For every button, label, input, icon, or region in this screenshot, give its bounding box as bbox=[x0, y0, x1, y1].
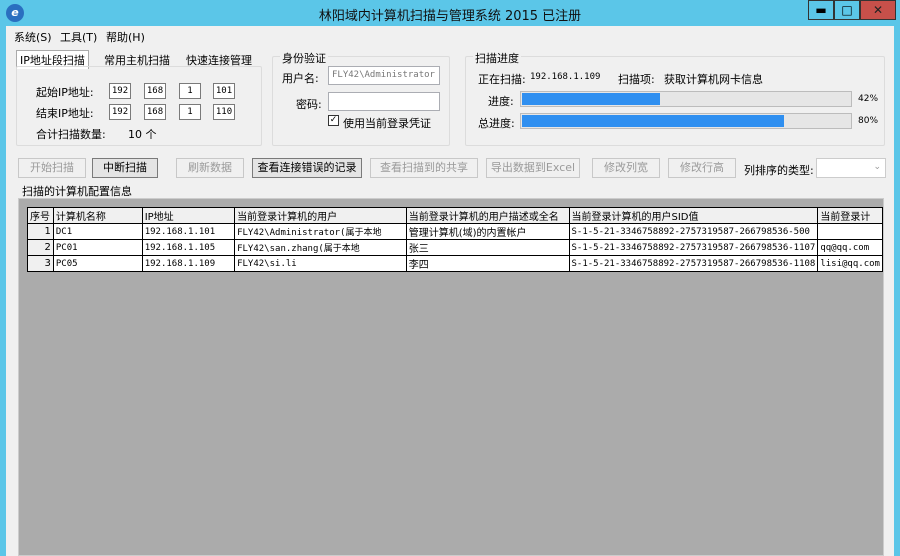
table-cell: S-1-5-21-3346758892-2757319587-266798536… bbox=[568, 239, 819, 256]
table-cell: PC05 bbox=[52, 255, 143, 272]
table-cell: 管理计算机(域)的内置帐户 bbox=[405, 223, 570, 240]
total-progress-bar bbox=[520, 113, 852, 129]
password-input[interactable] bbox=[328, 92, 440, 111]
table-cell: DC1 bbox=[52, 223, 143, 240]
progress-percent: 42% bbox=[858, 94, 879, 104]
menu-system[interactable]: 系统(S) bbox=[14, 29, 52, 45]
count-value: 10 个 bbox=[128, 128, 157, 141]
scanning-ip: 192.168.1.109 bbox=[530, 72, 601, 82]
table-cell: FLY42\Administrator(属于本地 bbox=[234, 223, 407, 240]
export-excel-button[interactable]: 导出数据到Excel bbox=[486, 158, 580, 178]
column-header[interactable]: 当前登录计算机的用户SID值 bbox=[568, 207, 819, 224]
use-current-label: 使用当前登录凭证 bbox=[343, 117, 431, 130]
end-ip-octet-2[interactable]: 168 bbox=[144, 104, 166, 120]
table-cell: 192.168.1.101 bbox=[141, 223, 236, 240]
row-height-button[interactable]: 修改行高 bbox=[668, 158, 736, 178]
start-ip-octet-1[interactable]: 192 bbox=[109, 83, 131, 99]
table-cell: 2 bbox=[27, 239, 54, 256]
sort-type-select[interactable]: ⌄ bbox=[816, 158, 886, 178]
menu-help[interactable]: 帮助(H) bbox=[106, 29, 145, 45]
auth-title: 身份验证 bbox=[280, 50, 328, 66]
column-header[interactable]: 当前登录计算机的用户描述或全名 bbox=[405, 207, 570, 224]
start-scan-button[interactable]: 开始扫描 bbox=[18, 158, 86, 178]
progress-title: 扫描进度 bbox=[473, 50, 521, 66]
view-shares-button[interactable]: 查看扫描到的共享 bbox=[370, 158, 478, 178]
table-cell: PC01 bbox=[52, 239, 143, 256]
table-cell: 1 bbox=[27, 223, 54, 240]
sort-type-label: 列排序的类型: bbox=[744, 164, 814, 177]
minimize-button[interactable]: ▬ bbox=[808, 0, 834, 20]
table-cell: lisi@qq.com bbox=[817, 255, 883, 272]
chevron-down-icon: ⌄ bbox=[873, 162, 881, 172]
close-button[interactable]: ✕ bbox=[860, 0, 896, 20]
use-current-checkbox[interactable]: ✓ bbox=[328, 115, 339, 126]
password-label: 密码: bbox=[296, 98, 322, 111]
maximize-button[interactable]: □ bbox=[834, 0, 860, 20]
scan-item: 获取计算机网卡信息 bbox=[664, 73, 763, 86]
column-header[interactable]: IP地址 bbox=[141, 207, 236, 224]
total-progress-percent: 80% bbox=[858, 116, 879, 126]
progress-label: 进度: bbox=[488, 95, 514, 108]
username-label: 用户名: bbox=[282, 72, 319, 85]
total-progress-label: 总进度: bbox=[478, 117, 515, 130]
window-title: 林阳域内计算机扫描与管理系统 2015 已注册 bbox=[318, 9, 582, 24]
table-row[interactable]: 3 PC05 192.168.1.109 FLY42\si.li 李四 S-1-5-21-… bbox=[27, 255, 883, 272]
progress-fill bbox=[522, 93, 660, 105]
column-width-button[interactable]: 修改列宽 bbox=[592, 158, 660, 178]
table-cell: 张三 bbox=[405, 239, 570, 256]
scan-item-label: 扫描项: bbox=[618, 73, 655, 86]
refresh-button[interactable]: 刷新数据 bbox=[176, 158, 244, 178]
table-cell: FLY42\si.li bbox=[234, 255, 407, 272]
table-cell: qq@qq.com bbox=[817, 239, 883, 256]
results-grid: 序号 计算机名称 IP地址 当前登录计算机的用户 当前登录计算机的用户描述或全名 当前登录… bbox=[18, 198, 884, 556]
results-table: 序号 计算机名称 IP地址 当前登录计算机的用户 当前登录计算机的用户描述或全名 当前登录… bbox=[27, 207, 883, 272]
table-title: 扫描的计算机配置信息 bbox=[22, 185, 132, 198]
table-cell: S-1-5-21-3346758892-2757319587-266798536… bbox=[568, 255, 819, 272]
scanning-label: 正在扫描: bbox=[478, 73, 526, 86]
end-ip-octet-1[interactable]: 192 bbox=[109, 104, 131, 120]
view-errors-button[interactable]: 查看连接错误的记录 bbox=[252, 158, 362, 178]
table-cell: 李四 bbox=[405, 255, 570, 272]
column-header[interactable]: 当前登录计算机的用户 bbox=[234, 207, 407, 224]
end-ip-octet-4[interactable]: 110 bbox=[213, 104, 235, 120]
table-cell bbox=[817, 223, 883, 240]
main-window: 系统(S) 工具(T) 帮助(H) IP地址段扫描 常用主机扫描 快速连接管理 … bbox=[6, 26, 894, 556]
count-label: 合计扫描数量: bbox=[36, 128, 106, 141]
end-ip-label: 结束IP地址: bbox=[36, 107, 94, 120]
table-header: 序号 计算机名称 IP地址 当前登录计算机的用户 当前登录计算机的用户描述或全名 当前登录… bbox=[27, 207, 883, 224]
column-header[interactable]: 序号 bbox=[27, 207, 54, 224]
table-row[interactable]: 1 DC1 192.168.1.101 FLY42\Administrator(属于本… bbox=[27, 223, 883, 240]
table-row[interactable]: 2 PC01 192.168.1.105 FLY42\san.zhang(属于本地 张三… bbox=[27, 239, 883, 256]
column-header[interactable]: 当前登录计 bbox=[817, 207, 883, 224]
start-ip-octet-3[interactable]: 1 bbox=[179, 83, 201, 99]
end-ip-octet-3[interactable]: 1 bbox=[179, 104, 201, 120]
start-ip-octet-4[interactable]: 101 bbox=[213, 83, 235, 99]
total-progress-fill bbox=[522, 115, 785, 127]
progress-bar bbox=[520, 91, 852, 107]
table-cell: 3 bbox=[27, 255, 54, 272]
username-input[interactable]: FLY42\Administrator bbox=[328, 66, 440, 85]
table-cell: 192.168.1.105 bbox=[141, 239, 236, 256]
table-cell: 192.168.1.109 bbox=[141, 255, 236, 272]
table-cell: S-1-5-21-3346758892-2757319587-266798536… bbox=[568, 223, 819, 240]
menu-tools[interactable]: 工具(T) bbox=[60, 29, 97, 45]
table-cell: FLY42\san.zhang(属于本地 bbox=[234, 239, 407, 256]
start-ip-label: 起始IP地址: bbox=[36, 86, 94, 99]
stop-scan-button[interactable]: 中断扫描 bbox=[92, 158, 158, 178]
start-ip-octet-2[interactable]: 168 bbox=[144, 83, 166, 99]
title-bar: e 林阳域内计算机扫描与管理系统 2015 已注册 ▬ □ ✕ bbox=[0, 0, 900, 26]
column-header[interactable]: 计算机名称 bbox=[52, 207, 143, 224]
